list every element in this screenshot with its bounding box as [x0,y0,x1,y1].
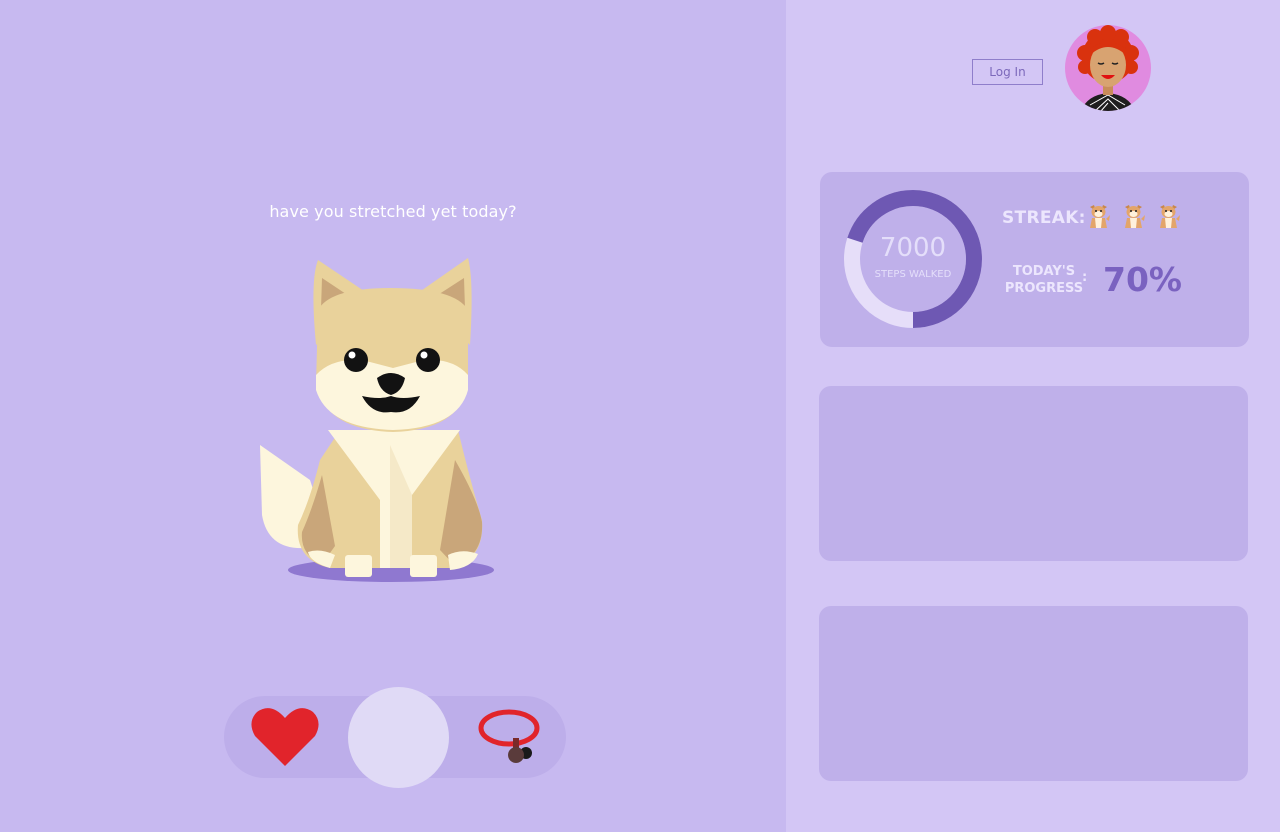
avatar-illustration [1077,25,1139,111]
streak-dog-icon [1125,205,1145,228]
progress-colon: : [1082,270,1088,285]
streak-label: STREAK: [1002,208,1086,228]
center-action-button[interactable] [348,687,449,788]
collar-icon[interactable] [476,706,542,768]
progress-label-line2: PROGRESS [1004,281,1084,296]
streak-dog-icon [1090,205,1110,228]
steps-count: 7000 [879,233,947,263]
progress-label: TODAY'S PROGRESS [1000,263,1088,297]
heart-icon[interactable] [249,704,321,770]
avatar[interactable] [1065,25,1151,111]
progress-value: 70% [1103,260,1182,299]
steps-label: STEPS WALKED [874,269,952,280]
progress-label-line1: TODAY'S [1012,264,1076,279]
stretch-prompt: have you stretched yet today? [269,202,517,221]
dog-illustration [260,258,494,582]
streak-dogs [1086,203,1181,231]
streak-dog-icon [1160,205,1180,228]
login-button[interactable]: Log In [972,59,1043,85]
empty-card-2 [819,606,1248,781]
empty-card-1 [819,386,1248,561]
